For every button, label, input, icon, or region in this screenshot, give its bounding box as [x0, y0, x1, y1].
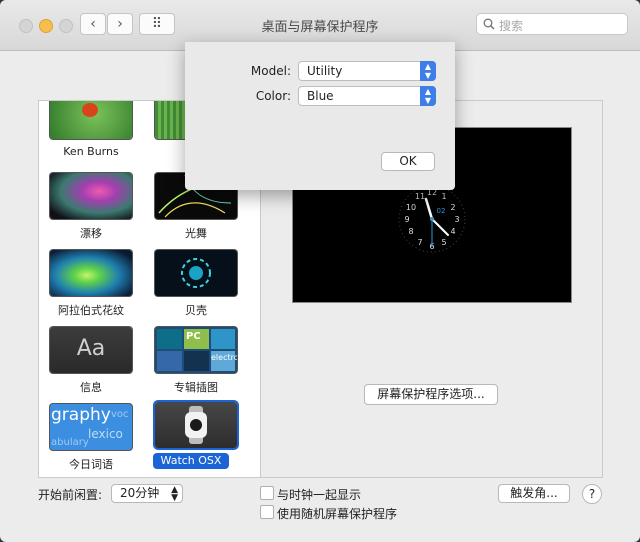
- color-value: Blue: [307, 89, 334, 103]
- screensaver-word-of-the-day[interactable]: graphy voc lexico abulary 今日词语: [50, 404, 132, 460]
- ken-burns-thumbnail: [50, 101, 132, 139]
- model-label: Model:: [251, 64, 291, 78]
- search-placeholder: 搜索: [499, 17, 523, 34]
- screensaver-arabesque[interactable]: 阿拉伯式花纹: [50, 250, 132, 306]
- clock-digital-readout: 02: [437, 207, 446, 215]
- screensaver-label: 专辑插图: [135, 379, 257, 395]
- drift-thumbnail: [50, 173, 132, 219]
- screensaver-label: 光舞: [135, 225, 257, 241]
- screensaver-label-selected: Watch OSX: [153, 453, 229, 469]
- clock-number-7: 7: [417, 238, 422, 247]
- search-field[interactable]: 搜索: [476, 13, 628, 35]
- help-button[interactable]: ?: [582, 484, 602, 504]
- word-sample-sub: lexico: [88, 427, 123, 441]
- message-thumbnail: Aa: [50, 327, 132, 373]
- clock-number-1: 1: [441, 192, 446, 201]
- hot-corners-button[interactable]: 触发角...: [498, 484, 570, 503]
- model-select[interactable]: Utility ▲▼: [298, 61, 436, 81]
- album-text-electronic: electronic: [211, 353, 237, 362]
- options-sheet: Model: Utility ▲▼ Color: Blue ▲▼ OK: [185, 42, 455, 190]
- random-screensaver-checkbox[interactable]: [260, 505, 274, 519]
- clock-number-9: 9: [404, 215, 409, 224]
- album-artwork-thumbnail: PC electronic: [155, 327, 237, 373]
- idle-time-value: 20分钟: [120, 486, 159, 500]
- clock-number-2: 2: [450, 203, 455, 212]
- model-value: Utility: [307, 64, 342, 78]
- watch-osx-thumbnail: [155, 402, 237, 448]
- idle-time-select[interactable]: 20分钟 ▲▼: [111, 484, 183, 503]
- up-down-chevron-icon: ▲▼: [420, 61, 436, 81]
- random-screensaver-label: 使用随机屏幕保护程序: [277, 505, 397, 522]
- up-down-chevron-icon: ▲▼: [171, 485, 178, 502]
- ok-button[interactable]: OK: [381, 152, 435, 171]
- screensaver-options-button[interactable]: 屏幕保护程序选项...: [364, 384, 498, 405]
- message-sample-text: Aa: [50, 336, 132, 361]
- ladybug-icon: [82, 103, 98, 117]
- clock-number-4: 4: [450, 227, 455, 236]
- shell-icon: [155, 250, 237, 296]
- screensaver-ken-burns[interactable]: Ken Burns: [50, 101, 132, 149]
- watch-icon: [155, 402, 237, 448]
- clock-number-8: 8: [408, 227, 413, 236]
- color-label: Color:: [256, 89, 291, 103]
- screensaver-drift[interactable]: 漂移: [50, 173, 132, 229]
- album-text-pc: PC: [186, 331, 201, 342]
- shell-thumbnail: [155, 250, 237, 296]
- search-icon: [483, 18, 495, 30]
- show-clock-label: 与时钟一起显示: [277, 486, 361, 503]
- screensaver-album-artwork[interactable]: PC electronic 专辑插图: [155, 327, 237, 383]
- word-sample-tail: voc: [111, 409, 129, 420]
- clock-number-3: 3: [454, 215, 459, 224]
- clock-number-5: 5: [441, 238, 446, 247]
- screensaver-watch-osx[interactable]: Watch OSX: [155, 402, 237, 458]
- show-clock-checkbox[interactable]: [260, 486, 274, 500]
- color-select[interactable]: Blue ▲▼: [298, 86, 436, 106]
- word-of-the-day-thumbnail: graphy voc lexico abulary: [50, 404, 132, 450]
- screensaver-shell[interactable]: 贝壳: [155, 250, 237, 306]
- screensaver-message[interactable]: Aa 信息: [50, 327, 132, 383]
- clock-number-11: 11: [415, 192, 425, 201]
- up-down-chevron-icon: ▲▼: [420, 86, 436, 106]
- word-sample-main: graphy: [51, 405, 111, 425]
- clock-number-10: 10: [406, 203, 416, 212]
- screensaver-label: Ken Burns: [39, 145, 152, 158]
- preferences-window: ‹ › ⠿ 桌面与屏幕保护程序 搜索 Ken Burns 漂移: [0, 0, 640, 542]
- idle-label: 开始前闲置:: [38, 486, 102, 503]
- word-sample-sub2: abulary: [51, 437, 89, 448]
- arabesque-thumbnail: [50, 250, 132, 296]
- screensaver-label: 贝壳: [135, 302, 257, 318]
- screensaver-label: 今日词语: [39, 456, 152, 472]
